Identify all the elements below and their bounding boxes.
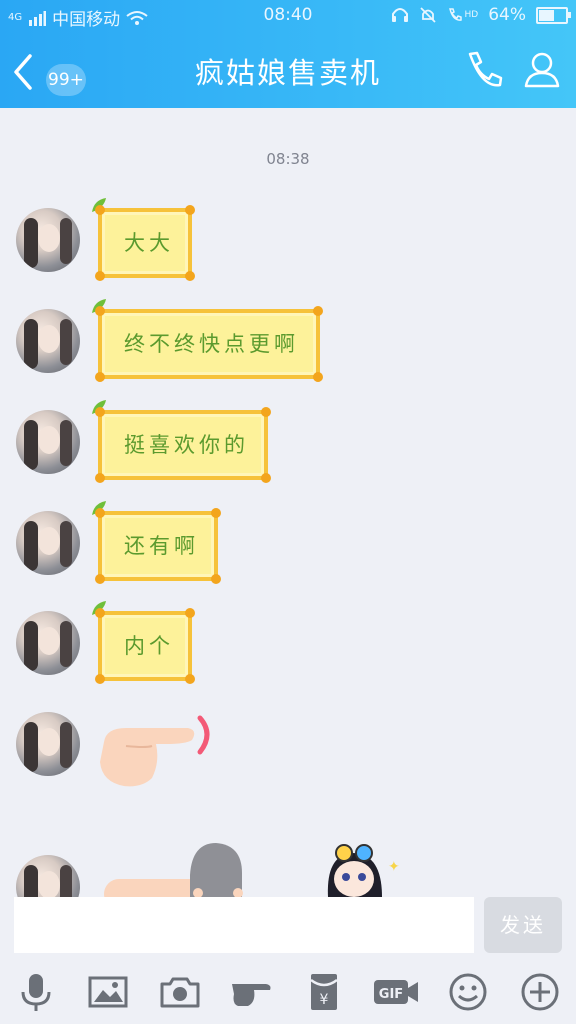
battery-icon <box>536 6 571 24</box>
nav-bar: 99+ 疯姑娘售卖机 <box>0 36 576 108</box>
avatar[interactable] <box>16 410 80 474</box>
plus-icon <box>521 973 559 1011</box>
message-text: 挺喜欢你的 <box>124 433 249 457</box>
gif-button[interactable]: GIF <box>372 970 420 1014</box>
message-bubble[interactable]: 挺喜欢你的 <box>92 400 271 483</box>
message-input[interactable] <box>14 897 474 953</box>
avatar[interactable] <box>16 511 80 575</box>
pointing-hand-icon <box>232 984 271 1006</box>
red-packet-icon: ¥ <box>310 974 338 1010</box>
avatar[interactable] <box>16 309 80 373</box>
sticker-image[interactable]: ✦ <box>100 835 400 897</box>
pointing-hand-sticker[interactable] <box>96 712 216 792</box>
svg-text:¥: ¥ <box>320 992 329 1008</box>
message-bubble[interactable]: 内个 <box>92 601 195 684</box>
svg-text:✦: ✦ <box>388 859 400 875</box>
message-bubble[interactable]: 还有啊 <box>92 501 221 584</box>
message-text: 大大 <box>124 231 174 255</box>
gif-label: GIF <box>378 987 404 1002</box>
partial-message-row: ✦ <box>0 835 576 897</box>
avatar[interactable] <box>16 611 80 675</box>
image-icon <box>88 976 128 1008</box>
poke-button[interactable] <box>230 970 274 1014</box>
chat-header: 4G 中国移动 08:40 HD 64% 99+ 疯姑娘售卖机 <box>0 0 576 108</box>
message-text: 内个 <box>124 634 174 658</box>
emoji-icon <box>449 973 487 1011</box>
phone-icon <box>468 51 503 87</box>
status-time: 08:40 <box>263 5 313 25</box>
message-text: 终不终快点更啊 <box>124 332 299 356</box>
message-bubble[interactable]: 终不终快点更啊 <box>92 299 323 382</box>
profile-button[interactable] <box>520 48 564 92</box>
microphone-icon <box>21 974 51 1011</box>
avatar[interactable] <box>16 855 80 897</box>
emoji-button[interactable] <box>446 970 490 1014</box>
camera-button[interactable] <box>158 970 202 1014</box>
more-button[interactable] <box>518 970 562 1014</box>
voice-button[interactable] <box>14 970 58 1014</box>
avatar[interactable] <box>16 208 80 272</box>
status-bar: 4G 中国移动 08:40 HD 64% <box>0 0 576 30</box>
composer-bar: 发送 <box>0 897 576 959</box>
send-button[interactable]: 发送 <box>484 897 562 953</box>
message-bubble[interactable]: 大大 <box>92 198 195 281</box>
image-button[interactable] <box>86 970 130 1014</box>
battery-percent: 64% <box>488 5 526 25</box>
battery-level <box>539 9 554 21</box>
mute-bell-icon <box>419 7 436 23</box>
hd-call-icon <box>448 8 462 21</box>
person-icon <box>524 52 560 88</box>
avatar[interactable] <box>16 712 80 776</box>
camera-icon <box>160 977 200 1008</box>
chat-timestamp: 08:38 <box>266 150 310 168</box>
headset-icon <box>391 8 408 22</box>
message-text: 还有啊 <box>124 534 199 558</box>
input-toolbar: ¥ GIF <box>0 962 576 1024</box>
call-button[interactable] <box>462 48 506 92</box>
hd-label: HD <box>464 10 479 20</box>
red-packet-button[interactable]: ¥ <box>302 970 346 1014</box>
